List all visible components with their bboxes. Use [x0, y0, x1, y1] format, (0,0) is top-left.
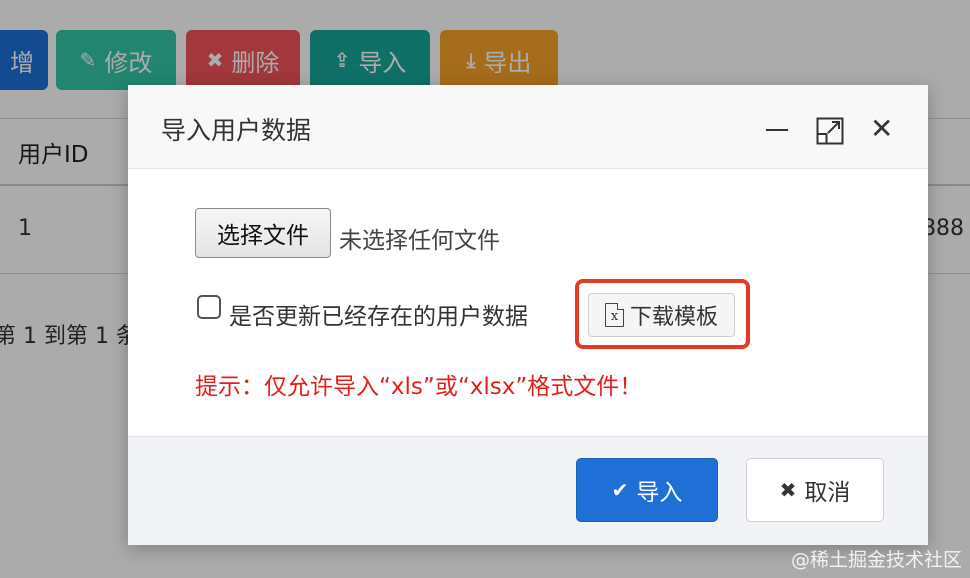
- watermark: @稀土掘金技术社区: [790, 549, 962, 571]
- dialog-header: 导入用户数据 ✕: [128, 85, 928, 169]
- update-existing-label[interactable]: 是否更新已经存在的用户数据: [229, 297, 528, 331]
- excel-file-icon: x: [604, 302, 625, 327]
- cancel-button[interactable]: ✖ 取消: [746, 458, 884, 522]
- file-status: 未选择任何文件: [339, 228, 500, 254]
- dialog-body: 选择文件 未选择任何文件 是否更新已经存在的用户数据 x 下载模板 提示：仅允许…: [128, 169, 928, 436]
- download-template-button[interactable]: x 下载模板: [588, 293, 735, 337]
- format-tip: 提示：仅允许导入“xls”或“xlsx”格式文件！: [195, 374, 643, 400]
- close-icon[interactable]: ✕: [870, 115, 893, 143]
- download-template-label: 下载模板: [629, 305, 718, 330]
- dialog-title: 导入用户数据: [161, 116, 312, 145]
- cancel-label: 取消: [804, 480, 851, 506]
- confirm-import-label: 导入: [636, 480, 683, 506]
- dialog-footer: ✔ 导入 ✖ 取消: [128, 436, 928, 545]
- maximize-icon[interactable]: [816, 117, 844, 145]
- choose-file-button[interactable]: 选择文件: [195, 208, 331, 258]
- import-dialog: 导入用户数据 ✕ 选择文件 未选择任何文件 是否更新已经存在的用户数据 x 下载…: [128, 85, 928, 545]
- confirm-import-button[interactable]: ✔ 导入: [576, 458, 718, 522]
- check-icon: ✔: [611, 478, 629, 502]
- update-existing-checkbox[interactable]: [197, 295, 221, 319]
- close-icon: ✖: [779, 478, 797, 502]
- minimize-icon[interactable]: [766, 129, 788, 131]
